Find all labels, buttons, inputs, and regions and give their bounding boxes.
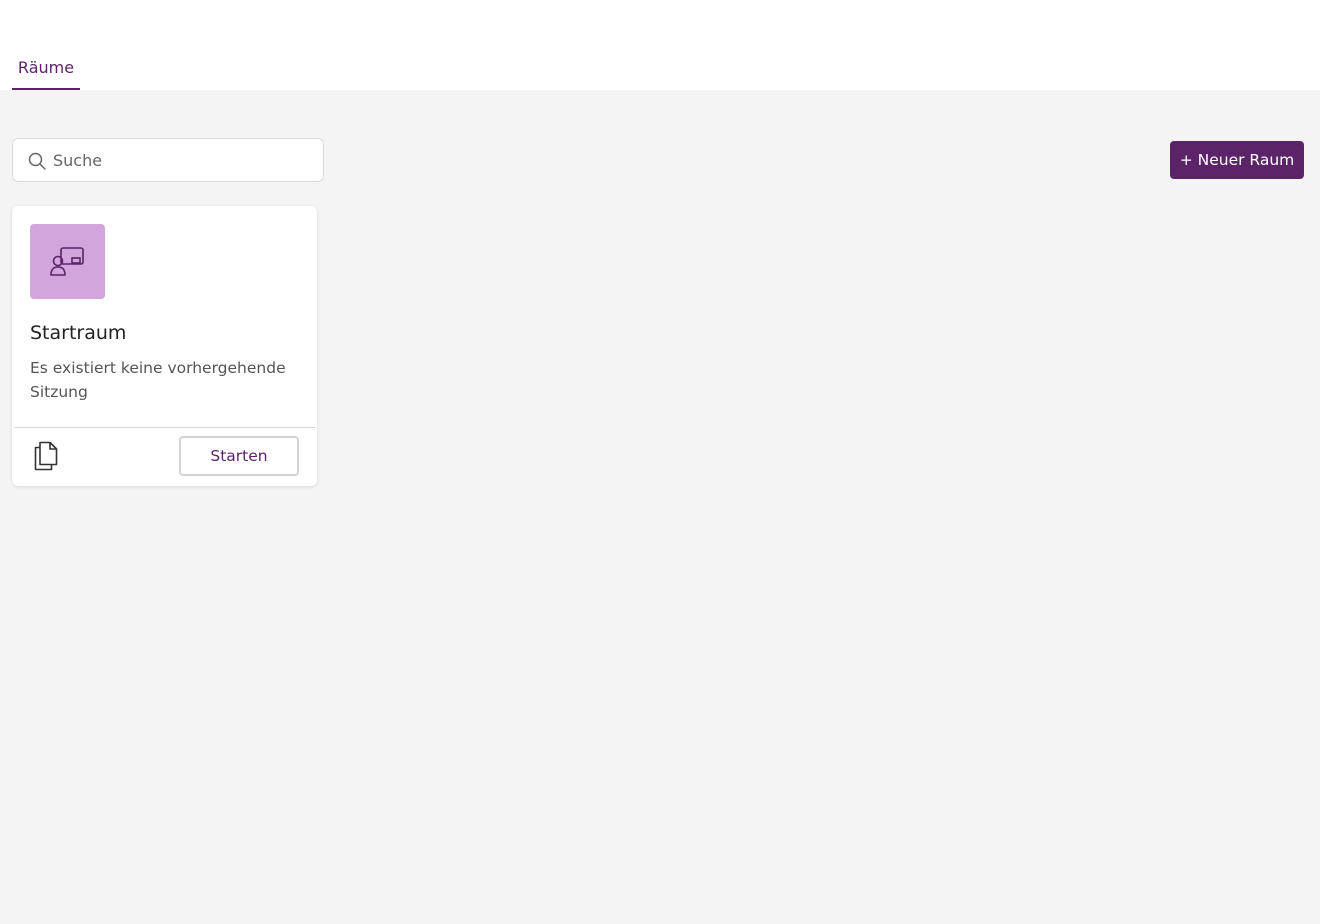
search-icon bbox=[27, 151, 47, 171]
copy-icon[interactable] bbox=[32, 441, 60, 471]
tab-rooms[interactable]: Räume bbox=[12, 56, 80, 90]
room-status: Es existiert keine vorhergehende Sitzung bbox=[30, 359, 286, 401]
new-room-button[interactable]: + Neuer Raum bbox=[1170, 141, 1304, 179]
room-card: Startraum Es existiert keine vorhergehen… bbox=[12, 206, 317, 486]
room-title: Startraum bbox=[30, 322, 127, 344]
top-navigation: Räume bbox=[0, 0, 1320, 90]
card-divider bbox=[14, 427, 315, 428]
room-icon-tile bbox=[30, 224, 105, 299]
search-box bbox=[12, 138, 324, 182]
room-presenter-icon bbox=[50, 247, 84, 276]
start-room-button[interactable]: Starten bbox=[179, 436, 299, 476]
search-input[interactable] bbox=[53, 139, 318, 181]
